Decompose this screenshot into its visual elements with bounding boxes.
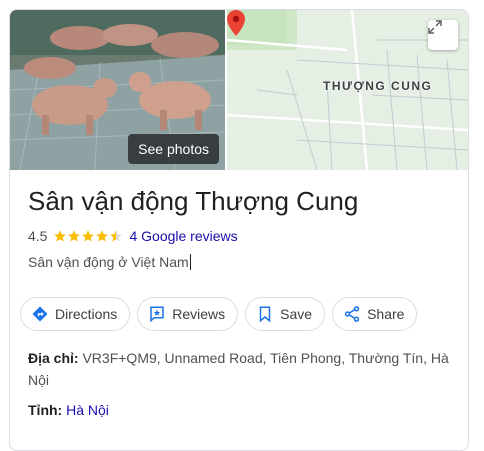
expand-map-button[interactable] — [428, 20, 458, 50]
map-pin-icon — [227, 10, 245, 36]
province-label: Tỉnh: — [28, 402, 63, 418]
category-text: Sân vận động ở Việt Nam — [28, 254, 189, 270]
see-photos-button[interactable]: See photos — [128, 134, 219, 164]
star-icon — [54, 230, 67, 242]
place-category: Sân vận động ở Việt Nam — [28, 254, 191, 270]
address-label: Địa chỉ: — [28, 350, 79, 366]
rating-row: 4.5 4 Google reviews — [28, 227, 238, 245]
address-value-continued: Nội — [28, 372, 50, 388]
reviews-button[interactable]: Reviews — [137, 297, 239, 331]
google-reviews-link[interactable]: 4 Google reviews — [129, 228, 237, 244]
star-icon — [96, 230, 109, 242]
address-section: Địa chỉ: VR3F+QM9, Unnamed Road, Tiên Ph… — [28, 347, 449, 391]
share-label: Share — [367, 306, 405, 322]
address-value: VR3F+QM9, Unnamed Road, Tiên Phong, Thườ… — [82, 350, 449, 366]
star-icon — [68, 230, 81, 242]
share-button[interactable]: Share — [332, 297, 418, 331]
half-star-icon — [110, 230, 123, 242]
expand-icon — [428, 20, 442, 34]
rating-value: 4.5 — [28, 228, 48, 244]
map-place-label: THƯỢNG CUNG — [323, 79, 433, 93]
directions-icon — [32, 306, 48, 322]
text-cursor — [189, 254, 191, 270]
province-section: Tỉnh: Hà Nội — [28, 399, 109, 421]
reviews-label: Reviews — [172, 306, 226, 322]
province-link[interactable]: Hà Nội — [66, 402, 109, 418]
knowledge-panel: See photos THƯỢNG CUNG Sân vận động Thượ… — [9, 9, 469, 451]
place-title: Sân vận động Thượng Cung — [28, 186, 359, 216]
reviews-icon — [150, 306, 164, 323]
map-preview[interactable]: THƯỢNG CUNG — [227, 10, 468, 170]
save-button[interactable]: Save — [245, 297, 326, 331]
star-rating — [53, 229, 123, 243]
star-icon — [82, 230, 95, 242]
share-icon — [344, 306, 360, 322]
place-photo[interactable]: See photos — [10, 10, 225, 170]
directions-label: Directions — [55, 306, 118, 322]
bookmark-icon — [259, 306, 271, 323]
save-label: Save — [280, 306, 313, 322]
directions-button[interactable]: Directions — [20, 297, 131, 331]
action-buttons: Directions Reviews Save Share — [20, 297, 418, 331]
